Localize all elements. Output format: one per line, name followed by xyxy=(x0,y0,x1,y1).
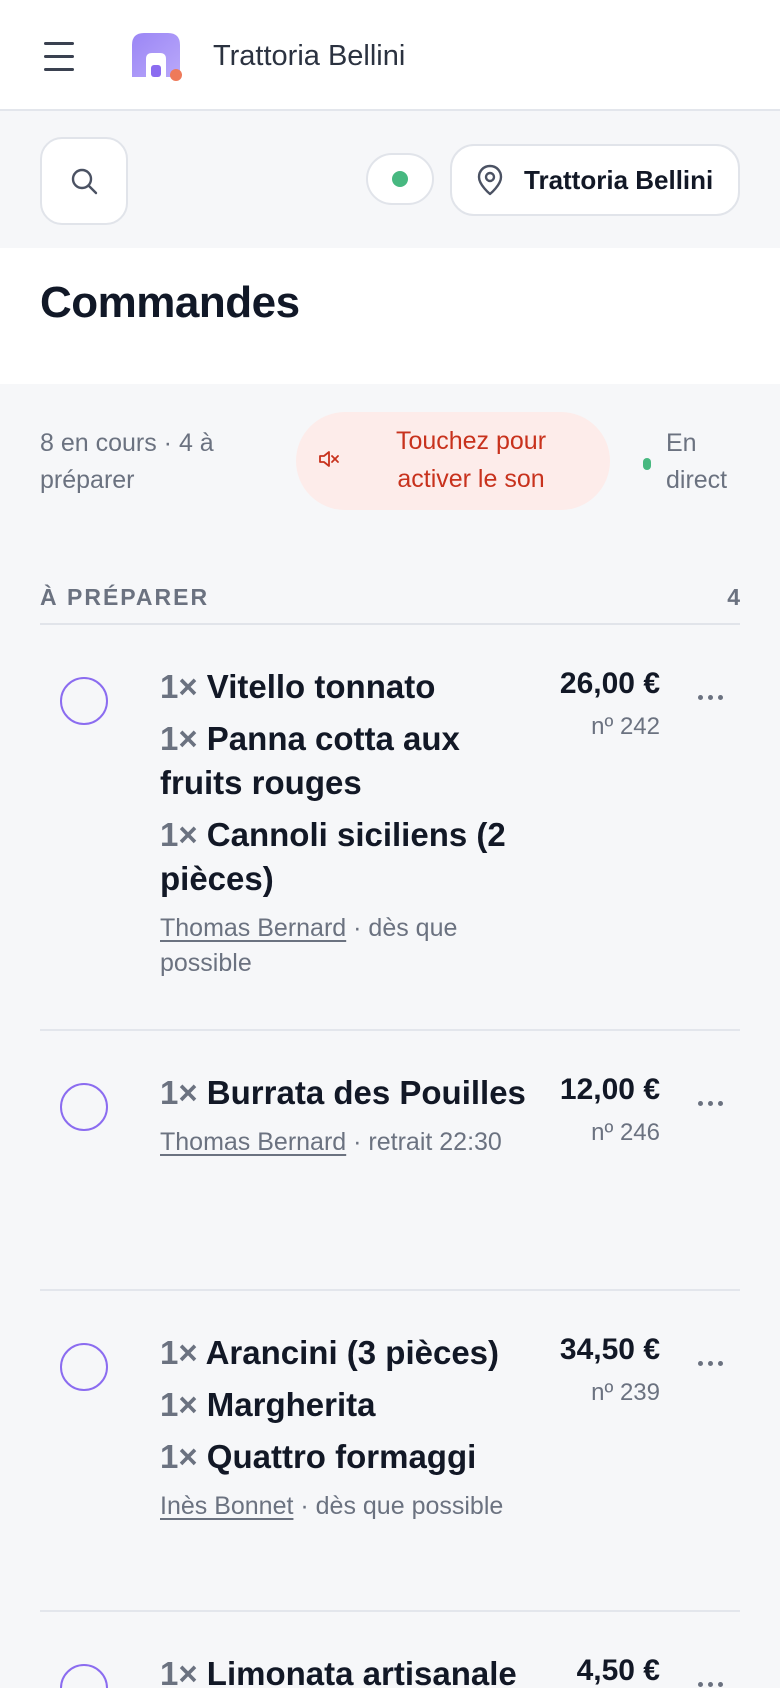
order-item: 1× Cannoli siciliens (2 pièces) xyxy=(160,813,530,901)
item-name: Limonata artisanale xyxy=(206,1655,517,1688)
connection-status-pill[interactable] xyxy=(366,153,434,205)
app-logo-icon xyxy=(130,31,186,83)
order-item: 1× Quattro formaggi xyxy=(160,1435,530,1479)
toolbar: Trattoria Bellini xyxy=(0,111,780,248)
order-row[interactable]: 1× Arancini (3 pièces) 1× Margherita 1× … xyxy=(40,1293,740,1612)
customer-link[interactable]: Inès Bonnet xyxy=(160,1492,293,1520)
order-items: 1× Limonata artisanale xyxy=(160,1652,530,1688)
item-quantity: 1× xyxy=(160,668,198,705)
order-timing: · dès que possible xyxy=(293,1492,504,1520)
search-icon xyxy=(71,168,98,195)
item-quantity: 1× xyxy=(160,1655,198,1688)
order-item: 1× Margherita xyxy=(160,1383,530,1427)
menu-button[interactable] xyxy=(36,32,84,80)
order-items: 1× Vitello tonnato 1× Panna cotta aux fr… xyxy=(160,665,530,981)
item-name: Cannoli siciliens (2 pièces) xyxy=(160,816,506,897)
location-label: Trattoria Bellini xyxy=(524,164,714,195)
item-name: Panna cotta aux fruits rouges xyxy=(160,720,460,801)
app-title: Trattoria Bellini xyxy=(213,40,406,72)
more-dot xyxy=(707,694,713,700)
live-indicator-dot xyxy=(643,458,651,470)
order-items: 1× Arancini (3 pièces) 1× Margherita 1× … xyxy=(160,1331,530,1524)
order-meta: Thomas Bernard · dès que possible xyxy=(160,911,530,981)
section-count: 4 xyxy=(727,584,740,610)
order-complete-checkbox[interactable] xyxy=(60,1083,108,1131)
more-dot xyxy=(697,1681,703,1687)
order-row[interactable]: 1× Limonata artisanale 4,50 € xyxy=(40,1614,740,1688)
location-pin-icon xyxy=(477,164,503,196)
item-quantity: 1× xyxy=(160,720,198,757)
item-name: Quattro formaggi xyxy=(206,1438,477,1475)
more-dot xyxy=(697,1100,703,1106)
item-name: Burrata des Pouilles xyxy=(206,1074,526,1111)
enable-sound-label: Touchez pour activer le son xyxy=(395,427,547,493)
order-item: 1× Burrata des Pouilles xyxy=(160,1071,530,1115)
item-quantity: 1× xyxy=(160,1438,198,1475)
location-button[interactable]: Trattoria Bellini xyxy=(450,144,740,216)
order-price: 34,50 € xyxy=(559,1333,660,1366)
more-options-button[interactable] xyxy=(692,1672,728,1688)
more-dot xyxy=(707,1681,713,1687)
order-price: 26,00 € xyxy=(559,667,660,700)
item-quantity: 1× xyxy=(160,1334,198,1371)
page-title: Commandes xyxy=(40,278,300,327)
item-name: Vitello tonnato xyxy=(206,668,436,705)
enable-sound-button[interactable]: Touchez pour activer le son xyxy=(296,412,610,510)
order-meta: Inès Bonnet · dès que possible xyxy=(160,1489,530,1524)
page-header: Commandes xyxy=(0,248,780,384)
order-row[interactable]: 1× Vitello tonnato 1× Panna cotta aux fr… xyxy=(40,627,740,1031)
order-price: 4,50 € xyxy=(576,1654,660,1687)
app-bar: Trattoria Bellini xyxy=(0,0,780,111)
more-dot xyxy=(697,1360,703,1366)
more-dot xyxy=(717,1681,723,1687)
more-dot xyxy=(717,1360,723,1366)
item-quantity: 1× xyxy=(160,1074,198,1111)
menu-icon-line xyxy=(44,67,74,71)
order-item: 1× Limonata artisanale xyxy=(160,1652,530,1688)
menu-icon-line xyxy=(44,41,74,45)
more-dot xyxy=(717,694,723,700)
section-title: À PRÉPARER xyxy=(40,584,210,610)
order-items: 1× Burrata des Pouilles Thomas Bernard ·… xyxy=(160,1071,530,1160)
online-status-dot xyxy=(392,171,408,187)
sound-muted-icon xyxy=(319,451,339,467)
more-dot xyxy=(697,694,703,700)
order-item: 1× Arancini (3 pièces) xyxy=(160,1331,530,1375)
order-item: 1× Vitello tonnato xyxy=(160,665,530,709)
order-price: 12,00 € xyxy=(559,1073,660,1106)
order-item: 1× Panna cotta aux fruits rouges xyxy=(160,717,530,805)
customer-link[interactable]: Thomas Bernard xyxy=(160,1128,346,1156)
more-dot xyxy=(707,1360,713,1366)
more-dot xyxy=(707,1100,713,1106)
more-dot xyxy=(717,1100,723,1106)
section-header-to-prepare: À PRÉPARER 4 xyxy=(40,580,740,625)
item-quantity: 1× xyxy=(160,816,198,853)
order-timing: · retrait 22:30 xyxy=(346,1128,502,1156)
order-number: nº 242 xyxy=(591,713,660,740)
order-number: nº 246 xyxy=(591,1119,660,1146)
item-name: Arancini (3 pièces) xyxy=(205,1334,500,1371)
more-options-button[interactable] xyxy=(692,1091,728,1115)
more-options-button[interactable] xyxy=(692,1351,728,1375)
item-quantity: 1× xyxy=(160,1386,198,1423)
item-name: Margherita xyxy=(206,1386,376,1423)
order-row[interactable]: 1× Burrata des Pouilles Thomas Bernard ·… xyxy=(40,1033,740,1291)
menu-icon-line xyxy=(44,54,74,58)
order-complete-checkbox[interactable] xyxy=(60,677,108,725)
search-button[interactable] xyxy=(40,137,128,225)
more-options-button[interactable] xyxy=(692,685,728,709)
live-label: En direct xyxy=(666,429,728,494)
order-number: nº 239 xyxy=(591,1379,660,1406)
order-meta: Thomas Bernard · retrait 22:30 xyxy=(160,1125,530,1160)
customer-link[interactable]: Thomas Bernard xyxy=(160,914,346,942)
order-complete-checkbox[interactable] xyxy=(60,1343,108,1391)
order-complete-checkbox[interactable] xyxy=(60,1664,108,1688)
orders-summary: 8 en cours · 4 à préparer xyxy=(40,429,214,494)
